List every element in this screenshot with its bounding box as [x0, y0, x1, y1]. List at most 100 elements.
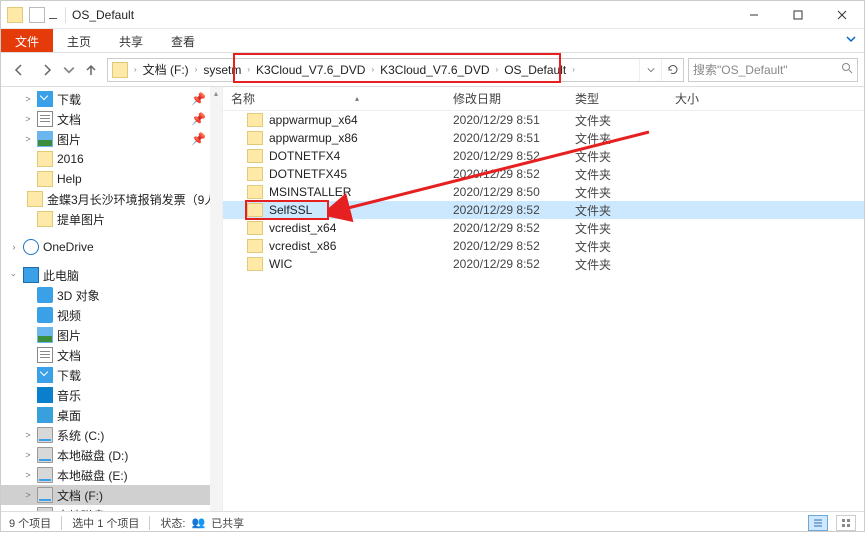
- tree-onedrive[interactable]: › OneDrive: [1, 237, 222, 257]
- list-row[interactable]: WIC 2020/12/29 8:52文件夹: [223, 255, 864, 273]
- item-icon: [37, 131, 53, 147]
- tree-item[interactable]: >下载📌: [1, 89, 222, 109]
- address-dropdown-button[interactable]: [639, 59, 661, 81]
- list-row[interactable]: vcredist_x862020/12/29 8:52文件夹: [223, 237, 864, 255]
- tree-item[interactable]: 金蝶3月长沙环境报销发票（9人活动: [1, 189, 222, 209]
- list-row[interactable]: appwarmup_x862020/12/29 8:51文件夹: [223, 129, 864, 147]
- tree-item[interactable]: >本地磁盘 (H:): [1, 505, 222, 511]
- tree-label: 下载: [57, 367, 81, 384]
- folder-icon: [247, 257, 263, 271]
- tree-item[interactable]: >本地磁盘 (E:): [1, 465, 222, 485]
- tree-label: 视频: [57, 307, 81, 324]
- titlebar: OS_Default: [1, 1, 864, 29]
- file-name: MSINSTALLER: [269, 185, 351, 199]
- tree-item[interactable]: >图片📌: [1, 129, 222, 149]
- cloud-icon: [23, 239, 39, 255]
- file-date: 2020/12/29 8:51: [445, 131, 567, 145]
- ribbon-expand-button[interactable]: [840, 29, 862, 49]
- tree-this-pc[interactable]: › 此电脑: [1, 265, 222, 285]
- tree-item[interactable]: >本地磁盘 (D:): [1, 445, 222, 465]
- tree-label: 提单图片: [57, 211, 105, 228]
- ribbon-tab-share[interactable]: 共享: [105, 29, 157, 52]
- column-name[interactable]: 名称▴: [223, 90, 445, 107]
- list-row[interactable]: DOTNETFX42020/12/29 8:52文件夹: [223, 147, 864, 165]
- tree-scrollbar[interactable]: ▴: [210, 87, 222, 511]
- ribbon-tab-home[interactable]: 主页: [53, 29, 105, 52]
- list-row[interactable]: DOTNETFX452020/12/29 8:52文件夹: [223, 165, 864, 183]
- chevron-right-icon[interactable]: ›: [570, 65, 577, 74]
- tree-label: 系统 (C:): [57, 427, 104, 444]
- list-row[interactable]: MSINSTALLER2020/12/29 8:50文件夹: [223, 183, 864, 201]
- tree-item[interactable]: 下载: [1, 365, 222, 385]
- item-icon: [37, 407, 53, 423]
- file-type: 文件夹: [567, 166, 667, 183]
- breadcrumb[interactable]: 文档 (F:): [139, 61, 193, 78]
- column-type[interactable]: 类型: [567, 90, 667, 107]
- tree-item[interactable]: 2016: [1, 149, 222, 169]
- file-name: WIC: [269, 257, 292, 271]
- column-size[interactable]: 大小: [667, 90, 864, 107]
- breadcrumb[interactable]: OS_Default: [500, 63, 570, 77]
- tree-label: 文档: [57, 347, 81, 364]
- file-date: 2020/12/29 8:52: [445, 257, 567, 271]
- tree-item[interactable]: 视频: [1, 305, 222, 325]
- search-icon[interactable]: [841, 62, 853, 77]
- file-date: 2020/12/29 8:52: [445, 167, 567, 181]
- minimize-button[interactable]: [732, 1, 776, 29]
- chevron-right-icon[interactable]: ›: [494, 65, 501, 74]
- breadcrumb[interactable]: K3Cloud_V7.6_DVD: [376, 63, 493, 77]
- tree-item[interactable]: 3D 对象: [1, 285, 222, 305]
- tree-item[interactable]: Help: [1, 169, 222, 189]
- column-date[interactable]: 修改日期: [445, 90, 567, 107]
- file-list: 名称▴ 修改日期 类型 大小 appwarmup_x642020/12/29 8…: [223, 87, 864, 511]
- close-button[interactable]: [820, 1, 864, 29]
- chevron-right-icon[interactable]: ›: [245, 65, 252, 74]
- ribbon-tab-view[interactable]: 查看: [157, 29, 209, 52]
- maximize-button[interactable]: [776, 1, 820, 29]
- folder-icon: [247, 239, 263, 253]
- file-type: 文件夹: [567, 184, 667, 201]
- navigation-tree[interactable]: >下载📌>文档📌>图片📌2016Help 金蝶3月长沙环境报销发票（9人活动提单图…: [1, 87, 223, 511]
- tree-item[interactable]: 音乐: [1, 385, 222, 405]
- file-type: 文件夹: [567, 256, 667, 273]
- tree-item[interactable]: 桌面: [1, 405, 222, 425]
- nav-back-button[interactable]: [7, 58, 31, 82]
- item-icon: [37, 427, 53, 443]
- item-icon: [37, 507, 53, 511]
- search-box[interactable]: 搜索"OS_Default": [688, 58, 858, 82]
- refresh-button[interactable]: [661, 59, 683, 81]
- chevron-right-icon[interactable]: ›: [193, 65, 200, 74]
- nav-forward-button[interactable]: [35, 58, 59, 82]
- list-row[interactable]: appwarmup_x642020/12/29 8:51文件夹: [223, 111, 864, 129]
- view-details-button[interactable]: [808, 515, 828, 531]
- computer-icon: [23, 267, 39, 283]
- titlebar-separator: [65, 7, 66, 23]
- view-large-button[interactable]: [836, 515, 856, 531]
- file-type: 文件夹: [567, 130, 667, 147]
- file-name: DOTNETFX4: [269, 149, 340, 163]
- tree-label: 文档: [57, 111, 81, 128]
- chevron-right-icon[interactable]: ›: [132, 65, 139, 74]
- tree-item[interactable]: >文档 (F:): [1, 485, 222, 505]
- list-row[interactable]: SelfSSL2020/12/29 8:52文件夹: [223, 201, 864, 219]
- nav-history-button[interactable]: [63, 58, 75, 82]
- file-name: appwarmup_x64: [269, 113, 358, 127]
- chevron-right-icon[interactable]: ›: [369, 65, 376, 74]
- address-bar[interactable]: › 文档 (F:) › sysetm › K3Cloud_V7.6_DVD › …: [107, 58, 684, 82]
- tree-label: 本地磁盘 (E:): [57, 467, 128, 484]
- ribbon-file-tab[interactable]: 文件: [1, 29, 53, 52]
- tree-item[interactable]: 提单图片: [1, 209, 222, 229]
- tree-item[interactable]: >文档📌: [1, 109, 222, 129]
- folder-icon: [7, 7, 23, 23]
- tree-item[interactable]: 文档: [1, 345, 222, 365]
- breadcrumb[interactable]: K3Cloud_V7.6_DVD: [252, 63, 369, 77]
- tree-label: 金蝶3月长沙环境报销发票（9人活动: [47, 191, 223, 208]
- scroll-up-icon[interactable]: ▴: [210, 87, 222, 99]
- list-row[interactable]: vcredist_x642020/12/29 8:52文件夹: [223, 219, 864, 237]
- path-folder-icon: [112, 62, 128, 78]
- file-date: 2020/12/29 8:52: [445, 149, 567, 163]
- nav-up-button[interactable]: [79, 58, 103, 82]
- tree-item[interactable]: 图片: [1, 325, 222, 345]
- breadcrumb[interactable]: sysetm: [199, 63, 245, 77]
- tree-item[interactable]: >系统 (C:): [1, 425, 222, 445]
